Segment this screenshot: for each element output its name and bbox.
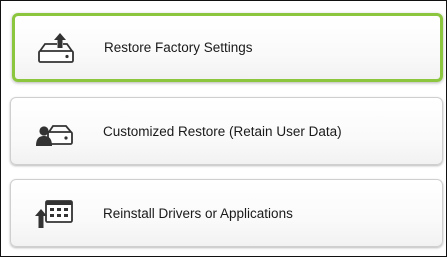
restore-factory-settings-button[interactable]: Restore Factory Settings [12,13,443,82]
option-label: Restore Factory Settings [104,40,253,55]
apps-grid-install-icon [35,200,73,228]
reinstall-drivers-button[interactable]: Reinstall Drivers or Applications [10,179,443,247]
option-label: Reinstall Drivers or Applications [103,205,293,221]
recovery-options-panel: Restore Factory Settings Customized Rest… [0,0,447,257]
drive-upload-icon [38,32,74,63]
option-label: Customized Restore (Retain User Data) [103,123,342,139]
user-drive-icon [36,125,73,146]
customized-restore-button[interactable]: Customized Restore (Retain User Data) [10,97,443,165]
